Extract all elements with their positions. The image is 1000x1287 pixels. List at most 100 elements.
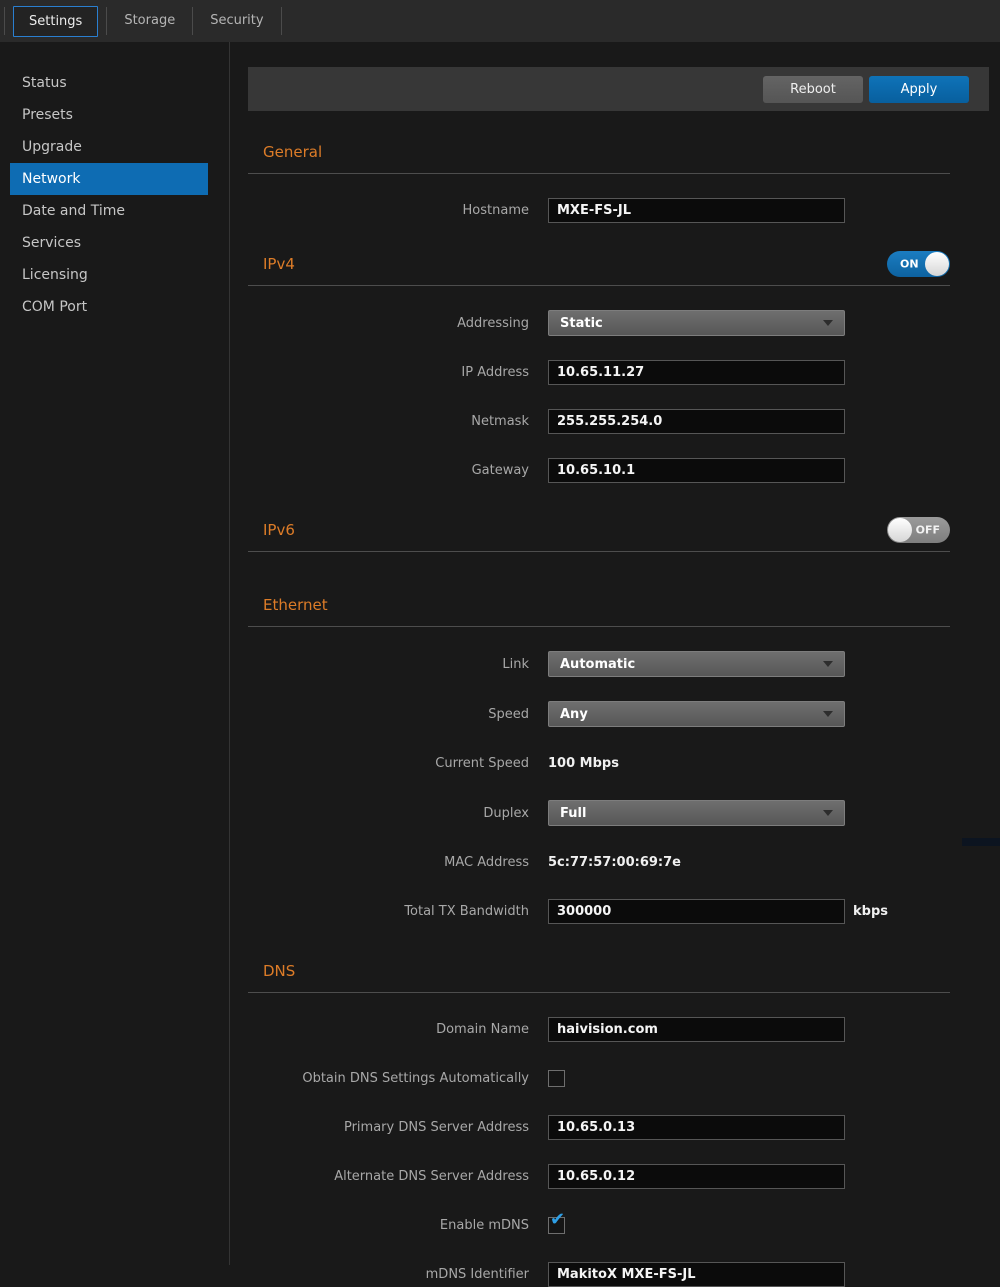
sidebar-item-upgrade[interactable]: Upgrade bbox=[0, 131, 208, 163]
tab-storage[interactable]: Storage bbox=[107, 0, 192, 42]
sidebar-item-presets[interactable]: Presets bbox=[0, 99, 208, 131]
page-body: Status Presets Upgrade Network Date and … bbox=[0, 42, 1000, 1265]
mdns-identifier-label: mDNS Identifier bbox=[248, 1267, 529, 1282]
ipv4-toggle-state-label: ON bbox=[900, 258, 919, 271]
tab-security[interactable]: Security bbox=[193, 0, 280, 42]
speed-row: Speed Any bbox=[248, 701, 950, 727]
current-speed-label: Current Speed bbox=[248, 756, 529, 771]
section-ipv6: IPv6 OFF bbox=[248, 517, 950, 552]
addressing-label: Addressing bbox=[248, 316, 529, 331]
gateway-input[interactable] bbox=[548, 458, 845, 483]
scrollbar-thumb[interactable] bbox=[962, 838, 1000, 846]
section-ipv4: IPv4 ON Addressing Static IP Address bbox=[248, 251, 950, 483]
chevron-down-icon bbox=[823, 661, 833, 667]
addressing-select[interactable]: Static bbox=[548, 310, 845, 336]
section-divider bbox=[248, 551, 950, 552]
tab-settings-label: Settings bbox=[29, 14, 82, 29]
sidebar-item-com-port[interactable]: COM Port bbox=[0, 291, 208, 323]
speed-label: Speed bbox=[248, 707, 529, 722]
duplex-selected-value: Full bbox=[560, 806, 823, 821]
hostname-input[interactable] bbox=[548, 198, 845, 223]
chevron-down-icon bbox=[823, 810, 833, 816]
total-tx-bandwidth-input[interactable] bbox=[548, 899, 845, 924]
general-section-title: General bbox=[263, 143, 322, 161]
main-content: Reboot Apply General Hostname IPv4 bbox=[248, 42, 989, 1265]
ip-address-label: IP Address bbox=[248, 365, 529, 380]
toggle-knob bbox=[888, 518, 912, 542]
enable-mdns-row: Enable mDNS ✔ bbox=[248, 1213, 950, 1238]
duplex-label: Duplex bbox=[248, 806, 529, 821]
section-divider bbox=[248, 285, 950, 286]
ipv6-toggle-state-label: OFF bbox=[916, 524, 940, 537]
total-tx-bandwidth-row: Total TX Bandwidth kbps bbox=[248, 899, 950, 924]
obtain-dns-checkbox[interactable] bbox=[548, 1070, 565, 1087]
current-speed-row: Current Speed 100 Mbps bbox=[248, 751, 950, 776]
domain-name-row: Domain Name bbox=[248, 1017, 950, 1042]
speed-selected-value: Any bbox=[560, 707, 823, 722]
obtain-dns-row: Obtain DNS Settings Automatically bbox=[248, 1066, 950, 1091]
sidebar-item-services[interactable]: Services bbox=[0, 227, 208, 259]
addressing-selected-value: Static bbox=[560, 316, 823, 331]
ipv6-section-title: IPv6 bbox=[263, 521, 295, 539]
domain-name-label: Domain Name bbox=[248, 1022, 529, 1037]
ip-address-input[interactable] bbox=[548, 360, 845, 385]
ipv6-toggle[interactable]: OFF bbox=[887, 517, 950, 543]
reboot-button[interactable]: Reboot bbox=[763, 76, 863, 103]
tab-divider bbox=[281, 7, 282, 35]
section-dns: DNS Domain Name Obtain DNS Settings Auto… bbox=[248, 958, 950, 1287]
section-divider bbox=[248, 626, 950, 627]
toggle-knob bbox=[925, 252, 949, 276]
netmask-input[interactable] bbox=[548, 409, 845, 434]
mac-address-row: MAC Address 5c:77:57:00:69:7e bbox=[248, 850, 950, 875]
link-select[interactable]: Automatic bbox=[548, 651, 845, 677]
dns-section-title: DNS bbox=[263, 962, 295, 980]
speed-select[interactable]: Any bbox=[548, 701, 845, 727]
top-tab-bar: Settings Storage Security bbox=[0, 0, 1000, 42]
enable-mdns-checkbox[interactable]: ✔ bbox=[548, 1217, 565, 1234]
tab-settings[interactable]: Settings bbox=[13, 6, 98, 37]
gateway-label: Gateway bbox=[248, 463, 529, 478]
sidebar-item-date-and-time[interactable]: Date and Time bbox=[0, 195, 208, 227]
toolbar: Reboot Apply bbox=[248, 67, 989, 111]
mdns-identifier-row: mDNS Identifier bbox=[248, 1262, 950, 1287]
duplex-row: Duplex Full bbox=[248, 800, 950, 826]
obtain-dns-label: Obtain DNS Settings Automatically bbox=[248, 1071, 529, 1086]
total-tx-bandwidth-unit: kbps bbox=[853, 904, 888, 919]
domain-name-input[interactable] bbox=[548, 1017, 845, 1042]
sidebar-item-network[interactable]: Network bbox=[10, 163, 208, 195]
enable-mdns-label: Enable mDNS bbox=[248, 1218, 529, 1233]
hostname-row: Hostname bbox=[248, 198, 950, 223]
duplex-select[interactable]: Full bbox=[548, 800, 845, 826]
tab-security-label: Security bbox=[210, 13, 263, 28]
alternate-dns-label: Alternate DNS Server Address bbox=[248, 1169, 529, 1184]
hostname-label: Hostname bbox=[248, 203, 529, 218]
link-row: Link Automatic bbox=[248, 651, 950, 677]
tab-divider bbox=[4, 7, 5, 35]
ipv4-toggle[interactable]: ON bbox=[887, 251, 950, 277]
ip-address-row: IP Address bbox=[248, 360, 950, 385]
section-divider bbox=[248, 992, 950, 993]
sidebar-item-status[interactable]: Status bbox=[0, 67, 208, 99]
ethernet-section-title: Ethernet bbox=[263, 596, 328, 614]
primary-dns-input[interactable] bbox=[548, 1115, 845, 1140]
apply-button[interactable]: Apply bbox=[869, 76, 969, 103]
sidebar: Status Presets Upgrade Network Date and … bbox=[0, 42, 230, 1265]
netmask-label: Netmask bbox=[248, 414, 529, 429]
mac-address-label: MAC Address bbox=[248, 855, 529, 870]
checkmark-icon: ✔ bbox=[550, 1211, 565, 1229]
sidebar-item-licensing[interactable]: Licensing bbox=[0, 259, 208, 291]
mdns-identifier-input[interactable] bbox=[548, 1262, 845, 1287]
section-divider bbox=[248, 173, 950, 174]
primary-dns-row: Primary DNS Server Address bbox=[248, 1115, 950, 1140]
tab-storage-label: Storage bbox=[124, 13, 175, 28]
total-tx-bandwidth-label: Total TX Bandwidth bbox=[248, 904, 529, 919]
app-root: Settings Storage Security Status Presets… bbox=[0, 0, 1000, 1265]
gateway-row: Gateway bbox=[248, 458, 950, 483]
netmask-row: Netmask bbox=[248, 409, 950, 434]
link-selected-value: Automatic bbox=[560, 657, 823, 672]
alternate-dns-input[interactable] bbox=[548, 1164, 845, 1189]
alternate-dns-row: Alternate DNS Server Address bbox=[248, 1164, 950, 1189]
current-speed-value: 100 Mbps bbox=[548, 756, 619, 771]
primary-dns-label: Primary DNS Server Address bbox=[248, 1120, 529, 1135]
link-label: Link bbox=[248, 657, 529, 672]
